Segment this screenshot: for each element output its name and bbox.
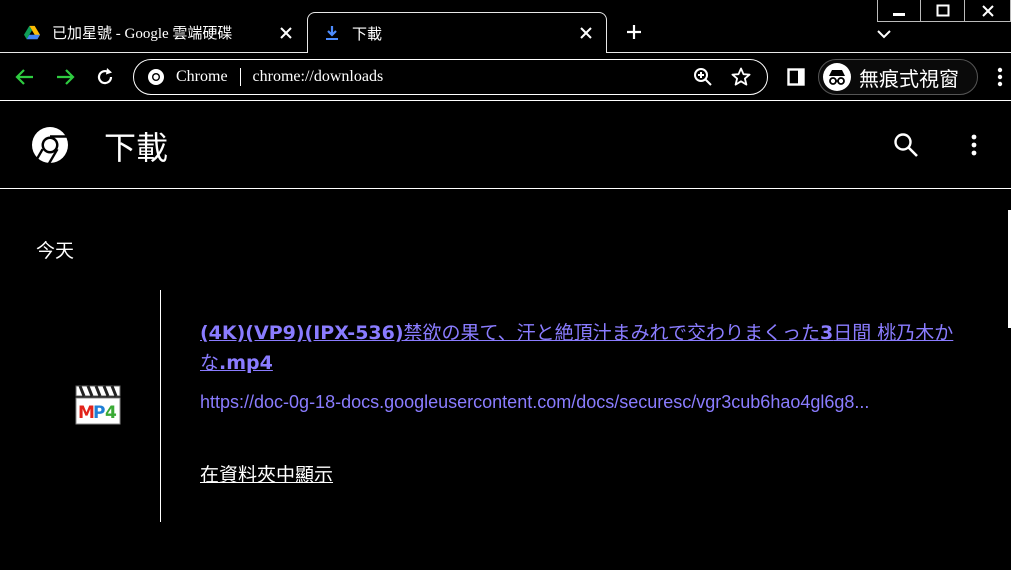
side-panel-icon (787, 68, 805, 86)
browser-menu-button[interactable] (988, 65, 1011, 89)
svg-text:P: P (93, 403, 105, 423)
toolbar: Chrome chrome://downloads 無痕式視窗 (0, 53, 1011, 101)
tab-downloads[interactable]: 下載 (307, 12, 607, 53)
file-name-part: (4K)(VP9)(IPX-536) (200, 322, 404, 344)
page-title: 下載 (104, 129, 169, 167)
search-icon[interactable] (892, 131, 920, 159)
close-icon (981, 4, 994, 17)
back-arrow-icon (15, 69, 33, 85)
zoom-button[interactable] (691, 65, 715, 89)
reload-button[interactable] (93, 65, 117, 89)
page-header: 下載 (0, 101, 1011, 189)
incognito-label: 無痕式視窗 (859, 66, 959, 91)
chrome-icon (146, 67, 166, 87)
minimize-button[interactable] (877, 0, 921, 22)
more-vert-icon (997, 67, 1003, 87)
zoom-icon (694, 68, 712, 86)
source-url-link[interactable]: https://doc-0g-18-docs.googleusercontent… (200, 392, 972, 413)
svg-text:4: 4 (105, 403, 117, 423)
plus-icon (627, 25, 641, 39)
bookmark-star-button[interactable] (729, 65, 753, 89)
reload-icon (97, 68, 113, 85)
forward-button[interactable] (53, 65, 77, 89)
back-button[interactable] (13, 65, 37, 89)
file-name-part: 禁欲の果て、汗と絶頂汁まみれで交わりまくった (403, 322, 821, 344)
divider (239, 68, 241, 86)
close-icon[interactable] (576, 23, 596, 43)
forward-arrow-icon (57, 69, 75, 85)
google-drive-icon (24, 25, 40, 41)
tab-title: 已加星號 - Google 雲端硬碟 (52, 26, 233, 42)
close-icon[interactable] (276, 23, 296, 43)
close-window-button[interactable] (965, 0, 1011, 22)
side-panel-button[interactable] (784, 65, 808, 89)
file-name-part: .mp4 (219, 352, 273, 374)
date-group-label: 今天 (36, 240, 75, 262)
mp4-file-icon: M P 4 (75, 385, 121, 425)
omnibox[interactable]: Chrome chrome://downloads (133, 59, 768, 95)
tab-search-button[interactable] (874, 24, 894, 44)
download-icon (324, 25, 340, 41)
more-actions-button[interactable] (962, 131, 986, 159)
incognito-icon (823, 63, 851, 91)
maximize-icon (936, 4, 949, 16)
tab-strip: 已加星號 - Google 雲端硬碟 下載 (0, 0, 1011, 53)
file-name-link[interactable]: (4K)(VP9)(IPX-536)禁欲の果て、汗と絶頂汁まみれで交わりまくった… (200, 318, 970, 378)
download-item: M P 4 (4K)(VP9)(IPX-536)禁欲の果て、汗と絶頂汁まみれで交… (0, 290, 1011, 522)
omnibox-chip: Chrome (176, 68, 228, 85)
incognito-badge[interactable]: 無痕式視窗 (818, 59, 978, 95)
file-name-part: 3 (820, 322, 834, 344)
new-tab-button[interactable] (624, 22, 644, 42)
tab-google-drive[interactable]: 已加星號 - Google 雲端硬碟 (8, 12, 306, 53)
maximize-button[interactable] (921, 0, 965, 22)
url-text[interactable]: chrome://downloads (253, 68, 691, 86)
window-controls (877, 0, 1011, 22)
more-vert-icon (971, 134, 977, 156)
tab-title: 下載 (352, 26, 383, 43)
chevron-down-icon (877, 30, 891, 39)
show-in-folder-link[interactable]: 在資料夾中顯示 (200, 460, 333, 487)
divider (160, 290, 161, 522)
minimize-icon (893, 12, 905, 16)
chrome-logo-icon (32, 127, 68, 165)
star-icon (731, 67, 751, 86)
